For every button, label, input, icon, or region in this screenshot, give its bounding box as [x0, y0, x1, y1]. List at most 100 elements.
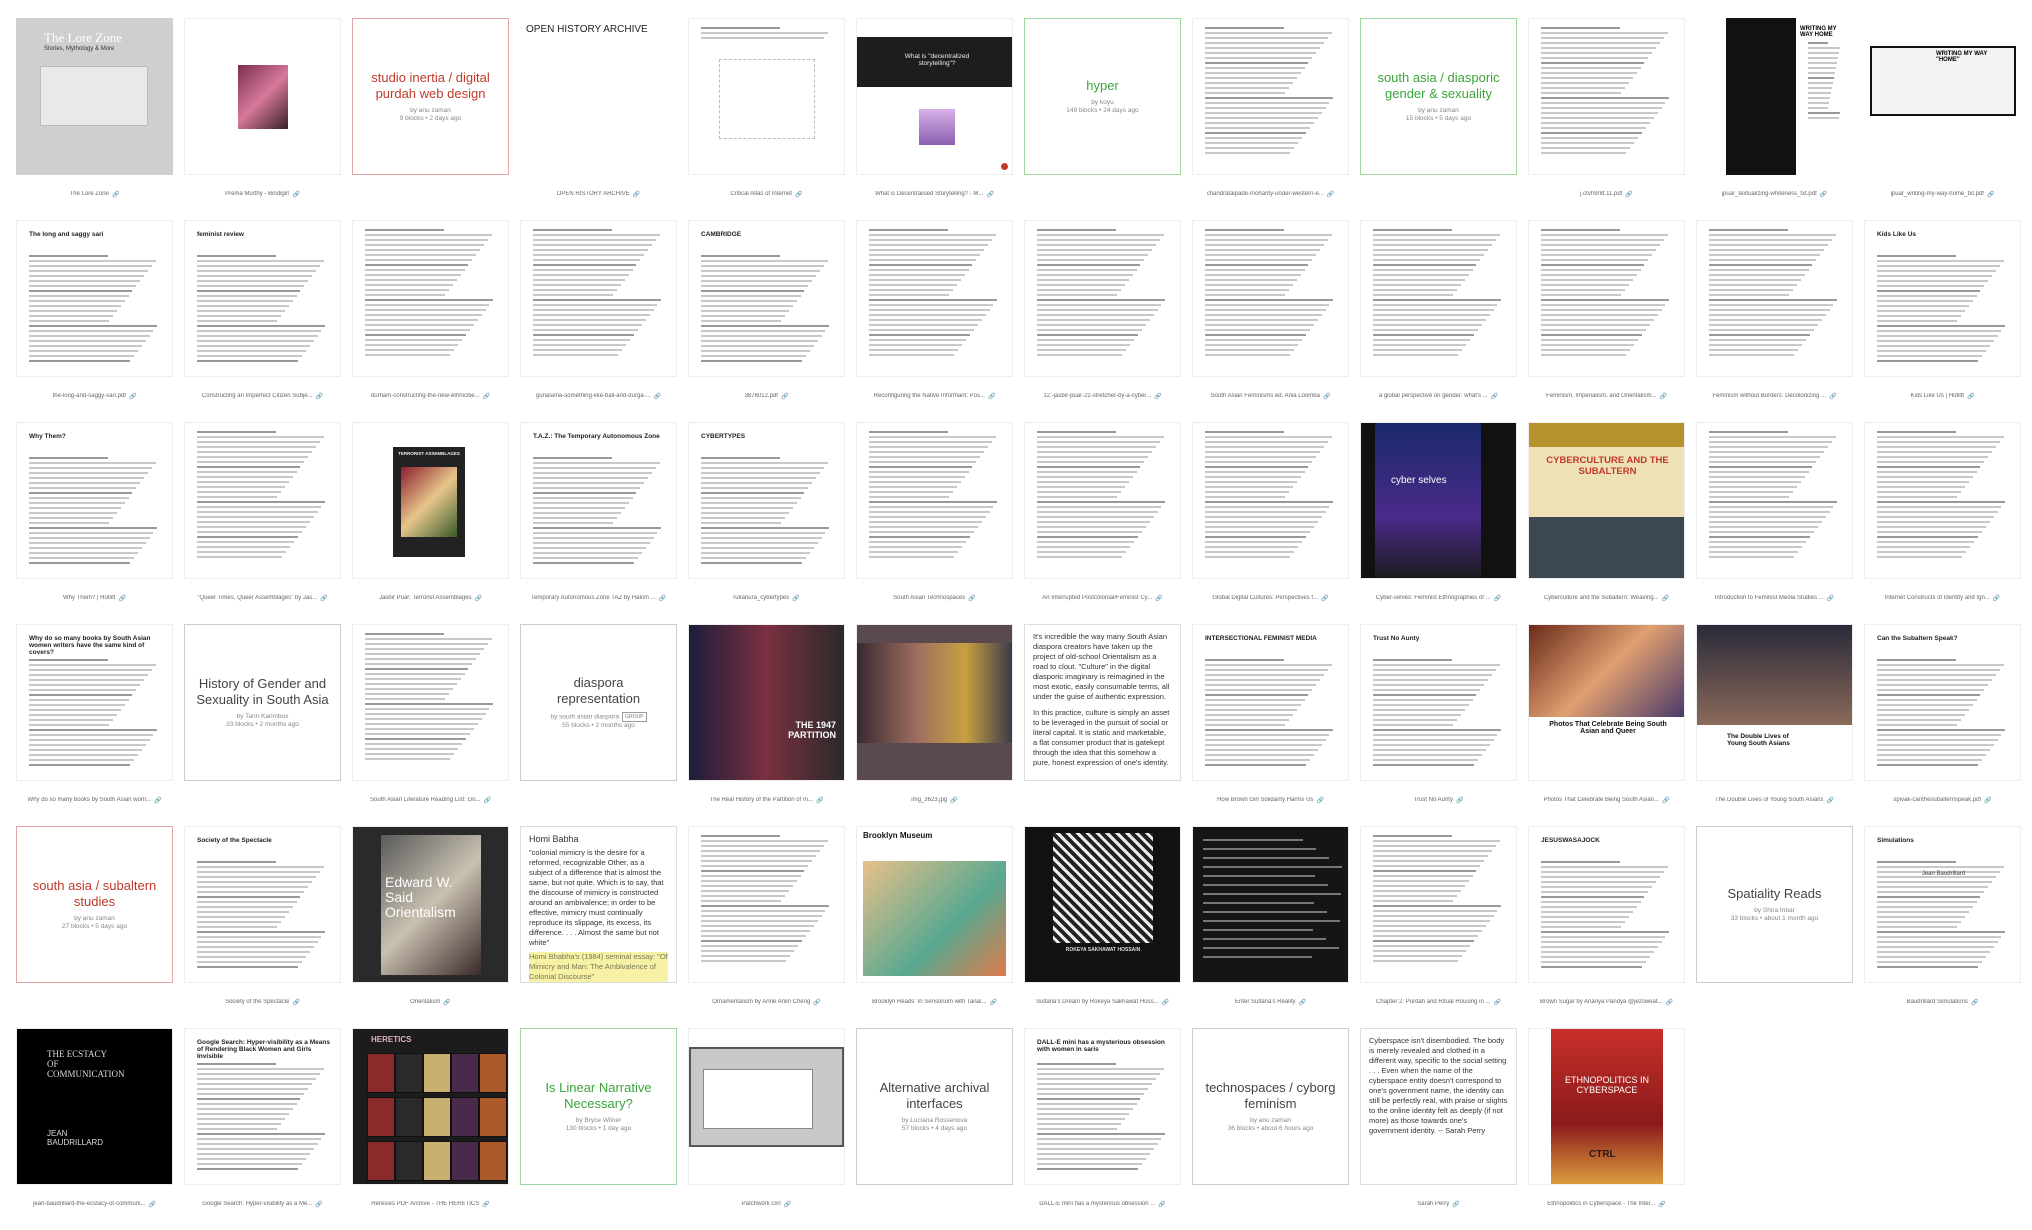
channel-author[interactable]: by anu zaman [410, 107, 451, 115]
block-feminism-without-borders-decolonizing[interactable]: Feminism without Borders: Decolonizing .… [1696, 220, 1853, 422]
block-caption-text[interactable]: chandrataipade-mohanty-under-western-e..… [1207, 191, 1324, 197]
block-caption[interactable]: Sultana's Dream by Rokeya Sakhawat Hoss.… [1024, 995, 1181, 1009]
block-caption[interactable] [1696, 995, 1853, 1009]
block-thumbnail[interactable] [1192, 826, 1349, 983]
channel-author-name[interactable]: by Bryce Wilner [576, 1117, 622, 1124]
block-heresies-pdf-archive-the-heretics[interactable]: HERETICS Heresies PDF Archive - THE HERET… [352, 1028, 509, 1230]
block-thumbnail[interactable]: What is "decentralized storytelling"? [856, 18, 1013, 175]
block-prema-murthy-bindigirl[interactable]: Prema Murthy - Bindigirl 🔗 [184, 18, 341, 220]
block-thumbnail[interactable] [688, 18, 845, 175]
block-caption-text[interactable]: Feminism, Imperialism, and Orientalism..… [1546, 393, 1656, 399]
block-thumbnail[interactable] [352, 624, 509, 781]
block-thumbnail[interactable]: JESUSWASAJOCK [1528, 826, 1685, 983]
block-caption-text[interactable]: The Lore Zone [70, 191, 109, 197]
block-thumbnail[interactable]: ETHNOPOLITICS IN CYBERSPACE CTRL [1528, 1028, 1685, 1185]
channel-author[interactable]: by Bryce Wilner [576, 1117, 622, 1125]
channel-title[interactable]: south asia / subaltern studies [27, 878, 162, 910]
block-thumbnail[interactable]: OPEN HISTORY ARCHIVE [520, 18, 677, 175]
block-chandrataipade-mohanty-under-western-e[interactable]: chandrataipade-mohanty-under-western-e..… [1192, 18, 1349, 220]
block-caption[interactable]: Society of the Spectacle 🔗 [184, 995, 341, 1009]
block-thumbnail[interactable] [1528, 18, 1685, 175]
block-thumbnail[interactable] [688, 826, 845, 983]
channel-author[interactable]: by anu zaman [1250, 1117, 1291, 1125]
block-thumbnail[interactable]: Google Search: Hyper-visibility as a Mea… [184, 1028, 341, 1185]
block-a-global-perspective-on-gender-what-s[interactable]: a global perspective on gender: what's .… [1360, 220, 1517, 422]
block-caption[interactable]: 12.-jasbir-puar-22-stretcher-by-a-cyber.… [1024, 389, 1181, 403]
block-caption-text[interactable]: Enter Sultana's Reality [1235, 999, 1296, 1005]
block-caption-text[interactable]: j.ctvh9r8t.11.pdf [1580, 191, 1622, 197]
block-google-search-hyper-visibility-as-a-me[interactable]: Google Search: Hyper-visibility as a Mea… [184, 1028, 341, 1230]
block-caption-text[interactable]: Cyber-selves: Feminist Ethnographies of … [1376, 595, 1491, 601]
block-caption-text[interactable]: Why do so many books by South Asian wom.… [28, 797, 151, 803]
block-caption-text[interactable]: "Queer Times, Queer Assemblages" by Jas.… [197, 595, 317, 601]
block-thumbnail[interactable]: THE ECSTACY OF COMMUNICATION JEAN BAUDRIL… [16, 1028, 173, 1185]
channel-author-name[interactable]: by koyu [1091, 99, 1113, 106]
block-kids-like-us-hotlift[interactable]: Kids Like Us Kids Like Us | Hotlift 🔗 [1864, 220, 2021, 422]
block-thumbnail[interactable]: DALL-E mini has a mysterious obsession w… [1024, 1028, 1181, 1185]
channel-card[interactable]: Is Linear Narrative Necessary? by Bryce W… [520, 1028, 677, 1185]
channel-title[interactable]: History of Gender and Sexuality in South… [195, 676, 330, 708]
block-caption[interactable]: DALL-E mini has a mysterious obsession .… [1024, 1197, 1181, 1211]
block-caption-text[interactable]: An Interrupted Postcolonial/Feminist Cy.… [1042, 595, 1152, 601]
block-caption[interactable]: durham-constructing-the-new-ethnicitie..… [352, 389, 509, 403]
block-enter-sultana-s-reality[interactable]: Enter Sultana's Reality 🔗 [1192, 826, 1349, 1028]
block-caption-text[interactable]: South Asian Technospaces [893, 595, 965, 601]
block-caption[interactable]: Sarah Perry 🔗 [1360, 1197, 1517, 1211]
block-caption-text[interactable]: gunasena-something-like-ball-and-durga-.… [536, 393, 651, 399]
block-thumbnail[interactable]: THE 1947 PARTITION [688, 624, 845, 781]
block-caption[interactable]: OPEN HISTORY ARCHIVE 🔗 [520, 187, 677, 201]
block-caption-text[interactable]: a global perspective on gender: what's .… [1379, 393, 1488, 399]
block-caption[interactable]: What is Decentralised Storytelling? - M.… [856, 187, 1013, 201]
block-caption[interactable] [520, 793, 677, 807]
block-critical-atlas-of-internet[interactable]: Critical Atlas of Internet 🔗 [688, 18, 845, 220]
block-thumbnail[interactable]: The Lore Zone Stories, Mythology & More [16, 18, 173, 175]
block-jpuar-writing-my-way-home-txt-pdf[interactable]: WRITING MY WAY "HOME" jpuar_writing-my-wa… [1864, 18, 2021, 220]
block-thumbnail[interactable]: WRITING MY WAY "HOME" [1864, 18, 2021, 175]
block-brown-sugar-by-ananya-pandya-jezsweat[interactable]: JESUSWASAJOCK Brown Sugar by Ananya Pandy… [1528, 826, 1685, 1028]
block-internet-constructs-of-identity-and-ign[interactable]: Internet Constructs of Identity and Ign.… [1864, 422, 2021, 624]
block-thumbnail[interactable] [352, 220, 509, 377]
block-brooklyn-reads-in-sensorium-with-tana[interactable]: Brooklyn Museum Brooklyn Reads: In Sensor… [856, 826, 1013, 1028]
channel-card[interactable]: technospaces / cyborg feminism by anu zam… [1192, 1028, 1349, 1185]
block-thumbnail[interactable] [1864, 422, 2021, 579]
block-constructing-an-imperfect-citizen-subje[interactable]: feminist review Constructing an Imperfect… [184, 220, 341, 422]
block-reconfiguring-the-native-informant-pos[interactable]: Reconfiguring the Native Informant: Pos.… [856, 220, 1013, 422]
block-caption-text[interactable]: Introduction to Feminist Media Studies .… [1715, 595, 1824, 601]
channel-author-name[interactable]: by anu zaman [74, 915, 115, 922]
block-thumbnail[interactable]: Cyberspace isn't disembodied. The body i… [1360, 1028, 1517, 1185]
block-the-lore-zone[interactable]: The Lore Zone Stories, Mythology & More Th… [16, 18, 173, 220]
block-caption[interactable]: Baudrillard Simulations 🔗 [1864, 995, 2021, 1009]
block-caption-text[interactable]: 3876012.pdf [745, 393, 778, 399]
block-caption[interactable]: 3876012.pdf 🔗 [688, 389, 845, 403]
block-caption-text[interactable]: The Real History of the Partition of In.… [710, 797, 813, 803]
block-12-jasbir-puar-22-stretcher-by-a-cyber[interactable]: 12.-jasbir-puar-22-stretcher-by-a-cyber.… [1024, 220, 1181, 422]
block-patchwork-girl[interactable]: Patchwork Girl 🔗 [688, 1028, 845, 1230]
block-img-3623-jpg[interactable]: img_3623.jpg 🔗 [856, 624, 1013, 826]
block-photos-that-celebrate-being-south-asian[interactable]: Photos That Celebrate Being South Asian … [1528, 624, 1685, 826]
channel-card[interactable]: hyper by koyu 149 blocks • 24 days ago [1024, 18, 1181, 175]
block-trust-no-aunty[interactable]: Trust No Aunty Trust No Aunty 🔗 [1360, 624, 1517, 826]
block-thumbnail[interactable]: Society of the Spectacle [184, 826, 341, 983]
block-gunasena-something-like-ball-and-durga[interactable]: gunasena-something-like-ball-and-durga-.… [520, 220, 677, 422]
block-caption-text[interactable]: Photos That Celebrate Being South Asian.… [1543, 797, 1659, 803]
block-the-double-lives-of-young-south-asians[interactable]: The Double Lives of Young South Asians Th… [1696, 624, 1853, 826]
block-south-asia-subaltern-studies[interactable]: south asia / subaltern studies by anu zam… [16, 826, 173, 1028]
channel-title[interactable]: diaspora representation [531, 675, 666, 707]
block-studio-inertia-digital-purdah-web-design[interactable]: studio inertia / digital purdah web desi… [352, 18, 509, 220]
channel-card[interactable]: south asia / subaltern studies by anu zam… [16, 826, 173, 983]
block-caption-text[interactable]: Temporary Autonomous Zone TAZ by Hakim .… [531, 595, 656, 601]
block-queer-times-queer-assemblages-by-jas[interactable]: "Queer Times, Queer Assemblages" by Jas.… [184, 422, 341, 624]
block-caption[interactable]: An Interrupted Postcolonial/Feminist Cy.… [1024, 591, 1181, 605]
block-thumbnail[interactable] [856, 220, 1013, 377]
block-caption-text[interactable]: rukanura_cybertypes [733, 595, 789, 601]
block-caption-text[interactable]: Patchwork Girl [742, 1201, 781, 1207]
block-chapter-2-purdah-and-ritual-housing-in[interactable]: Chapter 2: Purdah and Ritual Housing in … [1360, 826, 1517, 1028]
block-caption[interactable]: The Double Lives of Young South Asians 🔗 [1696, 793, 1853, 807]
channel-author-name[interactable]: by Shira Inbar [1754, 907, 1794, 914]
block-caption[interactable]: Why Them? | Hotlift 🔗 [16, 591, 173, 605]
block-baudrillard-simulations[interactable]: Simulations Jean Baudrillard Baudrillard S… [1864, 826, 2021, 1028]
block-caption[interactable]: Enter Sultana's Reality 🔗 [1192, 995, 1349, 1009]
block-what-is-decentralised-storytelling-m[interactable]: What is "decentralized storytelling"? Wha… [856, 18, 1013, 220]
channel-title[interactable]: Is Linear Narrative Necessary? [531, 1080, 666, 1112]
block-thumbnail[interactable] [856, 422, 1013, 579]
